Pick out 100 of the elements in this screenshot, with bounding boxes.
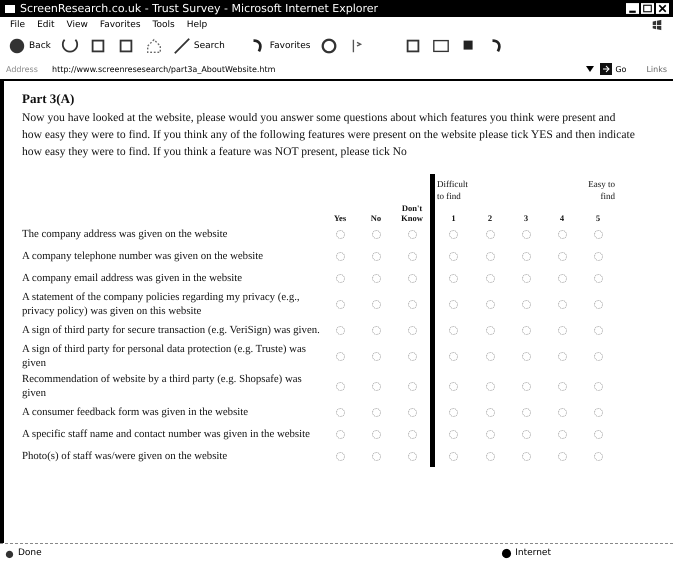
radio-button[interactable]	[594, 452, 602, 462]
menu-item[interactable]: File	[10, 20, 26, 30]
radio-button[interactable]	[336, 300, 344, 310]
toolbar-button[interactable]: Back	[8, 37, 51, 55]
radio-button[interactable]	[408, 452, 416, 462]
go-button[interactable]: Go	[600, 63, 626, 75]
radio-button[interactable]	[449, 452, 458, 462]
maximize-icon[interactable]	[641, 3, 654, 14]
radio-button[interactable]	[449, 274, 458, 284]
radio-button[interactable]	[522, 352, 530, 362]
radio-button[interactable]	[522, 408, 530, 418]
toolbar-button[interactable]: Favorites	[248, 37, 310, 55]
radio-button[interactable]	[486, 352, 494, 362]
radio-button[interactable]	[408, 430, 416, 440]
radio-button[interactable]	[336, 252, 344, 262]
radio-button[interactable]	[594, 352, 602, 362]
menu-item[interactable]: Favorites	[100, 20, 141, 30]
radio-button[interactable]	[372, 252, 380, 262]
radio-button[interactable]	[594, 408, 602, 418]
radio-button[interactable]	[594, 300, 602, 310]
radio-button[interactable]	[558, 452, 566, 462]
radio-button[interactable]	[522, 326, 530, 336]
radio-button[interactable]	[594, 252, 602, 262]
radio-button[interactable]	[558, 300, 566, 310]
radio-button[interactable]	[408, 352, 416, 362]
radio-button[interactable]	[372, 326, 380, 336]
radio-button[interactable]	[336, 274, 344, 284]
radio-button[interactable]	[594, 326, 602, 336]
radio-button[interactable]	[522, 252, 530, 262]
radio-button[interactable]	[594, 274, 602, 284]
menu-item[interactable]: Tools	[152, 20, 175, 30]
menu-item[interactable]: View	[66, 20, 88, 30]
radio-button[interactable]	[558, 230, 566, 240]
radio-button[interactable]	[336, 326, 344, 336]
radio-button[interactable]	[522, 430, 530, 440]
radio-button[interactable]	[372, 300, 380, 310]
windows-logo-icon	[651, 19, 663, 31]
radio-button[interactable]	[336, 430, 344, 440]
radio-button[interactable]	[372, 274, 380, 284]
links-button[interactable]: Links	[646, 64, 667, 74]
radio-button[interactable]	[558, 274, 566, 284]
radio-button[interactable]	[486, 274, 494, 284]
radio-button[interactable]	[449, 326, 458, 336]
minimize-icon[interactable]	[626, 3, 639, 14]
radio-button[interactable]	[522, 274, 530, 284]
radio-button[interactable]	[522, 300, 530, 310]
radio-button[interactable]	[372, 382, 380, 392]
radio-button[interactable]	[449, 252, 458, 262]
menu-item[interactable]: Help	[186, 20, 208, 30]
toolbar-button[interactable]: Search	[172, 37, 225, 55]
radio-button[interactable]	[594, 230, 602, 240]
radio-button[interactable]	[449, 300, 458, 310]
radio-button[interactable]	[408, 274, 416, 284]
radio-button[interactable]	[336, 408, 344, 418]
radio-button[interactable]	[372, 430, 380, 440]
radio-button[interactable]	[558, 382, 566, 392]
radio-button[interactable]	[336, 352, 344, 362]
close-icon[interactable]	[656, 3, 669, 14]
radio-button[interactable]	[336, 230, 344, 240]
radio-button[interactable]	[408, 230, 416, 240]
radio-button[interactable]	[558, 326, 566, 336]
radio-button[interactable]	[522, 230, 530, 240]
menu-item[interactable]: Edit	[37, 20, 54, 30]
radio-button[interactable]	[486, 252, 494, 262]
radio-button[interactable]	[408, 252, 416, 262]
radio-button[interactable]	[449, 230, 458, 240]
radio-button[interactable]	[408, 382, 416, 392]
radio-button[interactable]	[408, 326, 416, 336]
zone-indicator: Internet	[515, 548, 551, 558]
address-field[interactable]: http://www.screenresesearch/part3a_AboutWebsite.htm	[52, 64, 580, 74]
radio-button[interactable]	[594, 382, 602, 392]
radio-button[interactable]	[449, 430, 458, 440]
radio-button[interactable]	[408, 300, 416, 310]
radio-button[interactable]	[486, 430, 494, 440]
radio-button[interactable]	[486, 326, 494, 336]
radio-button[interactable]	[522, 452, 530, 462]
radio-button[interactable]	[486, 408, 494, 418]
radio-button[interactable]	[372, 408, 380, 418]
radio-button[interactable]	[558, 408, 566, 418]
radio-button[interactable]	[372, 452, 380, 462]
radio-button[interactable]	[372, 230, 380, 240]
radio-button[interactable]	[522, 382, 530, 392]
radio-button[interactable]	[558, 252, 566, 262]
scale-label: Easy to find	[588, 179, 615, 201]
radio-button[interactable]	[486, 300, 494, 310]
radio-button[interactable]	[594, 430, 602, 440]
radio-button[interactable]	[336, 452, 344, 462]
radio-button[interactable]	[449, 382, 458, 392]
radio-button[interactable]	[449, 408, 458, 418]
browser-icon	[4, 2, 16, 14]
radio-button[interactable]	[486, 230, 494, 240]
radio-button[interactable]	[486, 382, 494, 392]
radio-button[interactable]	[486, 452, 494, 462]
radio-button[interactable]	[449, 352, 458, 362]
radio-button[interactable]	[372, 352, 380, 362]
radio-button[interactable]	[336, 382, 344, 392]
dropdown-icon[interactable]	[586, 66, 594, 72]
radio-button[interactable]	[558, 352, 566, 362]
radio-button[interactable]	[408, 408, 416, 418]
radio-button[interactable]	[558, 430, 566, 440]
